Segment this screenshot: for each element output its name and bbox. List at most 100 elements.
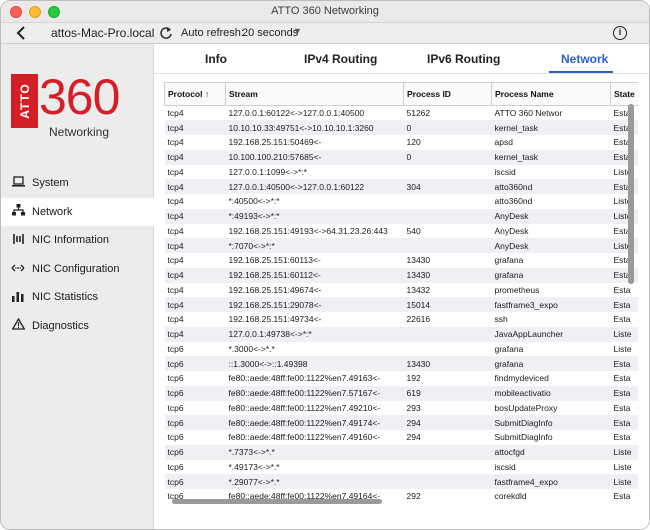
sidebar-nav: System Network NIC Information NIC Confi…: [1, 169, 154, 340]
table-row[interactable]: tcp4 127.0.0.1:49738<->*:* JavaAppLauncher…: [164, 326, 638, 342]
stream-cell: 127.0.0.1:49738<->*:*: [225, 326, 404, 342]
horizontal-scrollbar[interactable]: [172, 499, 382, 504]
stream-cell: *.29077<->*.*: [225, 474, 404, 489]
state-cell: Liste: [610, 326, 638, 342]
process-id-cell: 13430: [403, 267, 492, 283]
title-bar: ATTO 360 Networking: [1, 1, 649, 23]
stream-cell: fe80::aede:48ff:fe00:1122%en7.49160<-: [228, 432, 381, 443]
column-header-stream[interactable]: Stream: [225, 82, 404, 106]
stream-cell: *:7070<->*:*: [225, 238, 404, 253]
active-tab-indicator: [549, 71, 613, 73]
protocol-cell: tcp4: [164, 326, 226, 342]
process-name-cell: bosUpdateProxy: [494, 402, 558, 413]
sidebar-item-nic-statistics[interactable]: NIC Statistics: [1, 283, 154, 312]
stream-cell: 10.100.100.210:57685<-: [225, 149, 404, 165]
table-row[interactable]: tcp6 fe80::aede:48ff:fe00:1122%en7.49160<…: [165, 430, 639, 445]
process-name-cell: fastframe3_expo: [491, 297, 611, 312]
tab-ipv4-routing[interactable]: IPv4 Routing: [304, 52, 377, 66]
table-row[interactable]: tcp4 192.168.25.151:60112<- 13430 grafana Es…: [164, 267, 638, 283]
table-row[interactable]: tcp6 *.3000<->*.* grafana Liste: [165, 342, 639, 357]
protocol-cell: tcp6: [164, 474, 226, 489]
process-name-cell: kernel_task: [491, 120, 611, 135]
protocol-cell: tcp4: [167, 225, 184, 236]
state-cell: Esta: [613, 284, 631, 295]
logo-atto-text: ATTO: [18, 83, 32, 119]
stream-cell: 192.168.25.151:29078<-: [225, 297, 404, 312]
refresh-icon[interactable]: [159, 25, 173, 41]
table-row[interactable]: tcp4 192.168.25.151:29078<- 15014 fastframe…: [164, 297, 638, 312]
sidebar-item-nic-information[interactable]: NIC Information: [1, 226, 154, 255]
chevron-down-icon[interactable]: ▼: [293, 26, 302, 36]
network-tree-icon: [11, 204, 25, 219]
protocol-cell: tcp4: [164, 267, 226, 283]
state-cell: Esta: [610, 385, 638, 401]
info-icon[interactable]: i: [613, 26, 627, 40]
protocol-cell: tcp4: [167, 137, 184, 148]
process-name-cell: findmydeviced: [494, 373, 549, 384]
table-row[interactable]: tcp4 192.168.25.151:49674<- 13432 prometheu…: [165, 283, 639, 298]
table-row[interactable]: tcp4 127.0.0.1:60122<->127.0.0.1:40500 512…: [165, 106, 639, 121]
stream-cell: 192.168.25.151:60112<-: [225, 267, 404, 283]
table-row[interactable]: tcp6 *.49173<->*.* iscsid Liste: [165, 460, 639, 475]
table-row[interactable]: tcp4 *:40500<->*:* atto360nd Liste: [165, 194, 639, 209]
chevron-left-icon[interactable]: [15, 25, 31, 41]
vertical-scrollbar[interactable]: [628, 104, 634, 284]
column-header-protocol[interactable]: Protocol ↑: [164, 82, 226, 106]
table-row[interactable]: tcp4 192.168.25.151:60113<- 13430 grafana Es…: [165, 253, 639, 268]
table-row[interactable]: tcp4 *:49193<->*:* AnyDesk Liste: [164, 208, 638, 224]
laptop-icon: [11, 176, 25, 190]
table-row[interactable]: tcp4 10.10.10.33:49751<->10.10.10.1:3260 0…: [164, 120, 638, 135]
tab-network[interactable]: Network: [561, 52, 608, 66]
table-row[interactable]: tcp6::1.3000<->::1.49398 13430 grafana Esta: [164, 356, 638, 371]
window-title: ATTO 360 Networking: [271, 5, 379, 17]
table-row[interactable]: tcp6 fe80::aede:48ff:fe00:1122%en7.49210<…: [165, 401, 639, 416]
protocol-cell: tcp4: [167, 166, 184, 177]
table-row[interactable]: tcp4 10.100.100.210:57685<- 0 kernel_task Es…: [164, 149, 638, 165]
table-row[interactable]: tcp4 192.168.25.151:49193<->64.31.23.26:4…: [165, 224, 639, 239]
table-row[interactable]: tcp6 fe80::aede:48ff:fe00:1122%en7.49163<…: [165, 371, 639, 386]
process-id-cell: [403, 474, 492, 489]
logo-atto-box: ATTO: [11, 74, 38, 128]
protocol-cell: tcp4: [167, 255, 184, 266]
stream-cell: *:49193<->*:*: [225, 208, 404, 224]
sidebar-item-system[interactable]: System: [1, 169, 154, 198]
table-row[interactable]: tcp4 127.0.0.1:40500<->127.0.0.1:60122 304…: [164, 179, 638, 194]
table-row[interactable]: tcp6 *.7373<->*.* attocfgd Liste: [164, 444, 638, 460]
app-window: ATTO 360 Networking attos-Mac-Pro.local …: [0, 0, 650, 530]
process-name-cell: ATTO 360 Networ: [494, 108, 563, 119]
table-row[interactable]: tcp6 fe80::aede:48ff:fe00:1122%en7.57167<…: [164, 385, 638, 401]
process-name-cell: iscsid: [494, 461, 516, 472]
sidebar-item-nic-configuration[interactable]: NIC Configuration: [1, 255, 154, 284]
table-row[interactable]: tcp6 *.29077<->*.* fastframe4_expo Liste: [164, 474, 638, 489]
connections-table-container: Protocol ↑ Stream Process ID Process Nam…: [164, 82, 639, 529]
table-row[interactable]: tcp4 192.168.25.151:50469<- 120 apsd Esta: [165, 135, 639, 150]
table-row[interactable]: tcp4 *:7070<->*:* AnyDesk Liste: [164, 238, 638, 253]
process-name-cell: SubmitDiagInfo: [491, 415, 611, 430]
warning-icon: [11, 317, 25, 333]
column-header-state[interactable]: State: [610, 82, 638, 106]
process-name-cell: SubmitDiagInfo: [494, 432, 553, 443]
auto-refresh-label: Auto refresh:: [181, 27, 244, 39]
stream-cell: 192.168.25.151:60113<-: [228, 255, 321, 266]
sidebar-item-network[interactable]: Network: [1, 197, 154, 226]
process-id-cell: [403, 208, 492, 224]
process-name-cell: grafana: [494, 255, 524, 266]
process-id-cell: [404, 460, 492, 475]
state-cell: Liste: [610, 474, 638, 489]
table-row[interactable]: tcp4 192.168.25.151:49734<- 22616 ssh Esta: [165, 312, 639, 327]
table-row[interactable]: tcp4 127.0.0.1:1099<->*:* iscsid Liste: [165, 165, 639, 180]
process-name-cell: apsd: [494, 137, 513, 148]
logo-number: 360: [39, 69, 120, 125]
process-name-cell: grafana: [491, 267, 611, 283]
protocol-cell: tcp4: [164, 120, 226, 135]
tab-info[interactable]: Info: [205, 52, 227, 66]
tab-ipv6-routing[interactable]: IPv6 Routing: [427, 52, 500, 66]
sidebar-item-diagnostics[interactable]: Diagnostics: [1, 312, 154, 341]
column-header-process-id[interactable]: Process ID: [403, 82, 492, 106]
auto-refresh-select[interactable]: 20 seconds: [242, 27, 298, 39]
table-row[interactable]: tcp6 fe80::aede:48ff:fe00:1122%en7.49174<…: [164, 415, 638, 430]
sidebar-item-label: NIC Statistics: [32, 291, 99, 304]
protocol-cell: tcp4: [164, 238, 226, 253]
state-cell: Esta: [613, 432, 631, 443]
column-header-process-name[interactable]: Process Name: [491, 82, 611, 106]
